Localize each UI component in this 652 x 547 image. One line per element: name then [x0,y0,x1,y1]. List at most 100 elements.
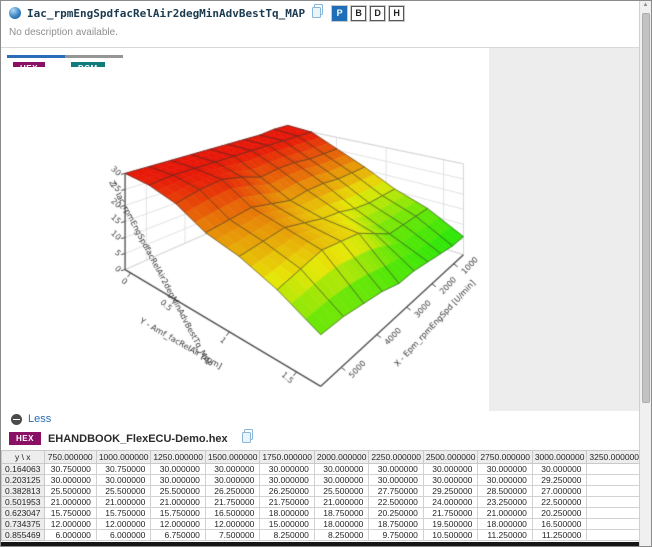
table-cell[interactable]: 25.500000 [314,486,369,497]
table-row: 0.20312530.00000030.00000030.00000030.00… [2,475,642,486]
table-cell[interactable]: 22.500000 [369,497,424,508]
table-cell[interactable] [587,519,642,530]
table-cell[interactable]: 30.750000 [96,464,151,475]
table-cell[interactable]: 18.000000 [314,519,369,530]
view-button-h[interactable]: H [389,6,404,21]
scrollbar-thumb[interactable] [642,13,650,403]
table-cell[interactable]: 27.000000 [532,486,587,497]
table-cell[interactable]: 9.750000 [369,530,424,541]
table-cell[interactable]: 22.500000 [532,497,587,508]
table-cell[interactable]: 21.000000 [44,497,96,508]
table-cell[interactable] [587,497,642,508]
table-cell[interactable]: 7.500000 [205,530,260,541]
background-fill [489,48,641,411]
table-cell[interactable]: 23.250000 [478,497,533,508]
table-row-header: 0.855469 [2,530,45,541]
table-cell[interactable] [587,486,642,497]
copy-icon[interactable] [241,429,254,448]
table-cell[interactable]: 16.500000 [205,508,260,519]
table-cell[interactable]: 25.500000 [151,486,206,497]
table-cell[interactable]: 30.000000 [423,464,478,475]
copy-icon[interactable] [311,4,324,23]
table-cell[interactable]: 30.000000 [478,475,533,486]
table-cell[interactable]: 20.250000 [532,508,587,519]
table-cell[interactable]: 6.000000 [44,530,96,541]
vertical-scrollbar[interactable]: ▲ [639,1,651,547]
table-cell[interactable]: 15.750000 [44,508,96,519]
table-cell[interactable]: 24.000000 [423,497,478,508]
table-cell[interactable]: 21.000000 [478,508,533,519]
table-cell[interactable]: 12.000000 [205,519,260,530]
view-button-p[interactable]: P [332,6,347,21]
table-cell[interactable]: 26.250000 [260,486,315,497]
table-cell[interactable]: 30.000000 [260,464,315,475]
table-cell[interactable]: 30.000000 [369,475,424,486]
table-cell[interactable]: 10.500000 [423,530,478,541]
table-cell[interactable]: 25.500000 [96,486,151,497]
table-row-header: 0.164063 [2,464,45,475]
table-cell[interactable]: 21.750000 [423,508,478,519]
less-link[interactable]: Less [11,413,51,425]
map-symbol-icon [9,7,21,19]
table-row: 0.38281325.50000025.50000025.50000026.25… [2,486,642,497]
table-cell[interactable]: 18.000000 [478,519,533,530]
table-cell[interactable]: 30.000000 [44,475,96,486]
table-cell[interactable]: 29.250000 [532,475,587,486]
table-cell[interactable] [587,475,642,486]
table-cell[interactable]: 21.000000 [314,497,369,508]
table-cell[interactable]: 30.000000 [423,475,478,486]
table-cell[interactable]: 18.000000 [260,508,315,519]
table-cell[interactable]: 15.750000 [151,508,206,519]
surface-plot[interactable] [1,67,489,411]
table-cell[interactable]: 20.250000 [369,508,424,519]
table-cell[interactable]: 15.750000 [96,508,151,519]
table-cell[interactable]: 30.000000 [96,475,151,486]
view-button-d[interactable]: D [370,6,385,21]
table-cell[interactable]: 6.000000 [96,530,151,541]
table-row-header: 0.501953 [2,497,45,508]
table-cell[interactable] [587,464,642,475]
table-cell[interactable] [587,508,642,519]
table-cell[interactable]: 30.000000 [205,464,260,475]
table-cell[interactable]: 11.250000 [532,530,587,541]
table-cell[interactable]: 21.000000 [151,497,206,508]
view-button-b[interactable]: B [351,6,366,21]
table-cell[interactable]: 30.000000 [205,475,260,486]
table-row: 0.50195321.00000021.00000021.00000021.75… [2,497,642,508]
table-cell[interactable]: 25.500000 [44,486,96,497]
table-cell[interactable]: 12.000000 [96,519,151,530]
table-cell[interactable]: 8.250000 [314,530,369,541]
table-col-header: 2250.000000 [369,451,424,464]
table-cell[interactable]: 19.500000 [423,519,478,530]
table-cell[interactable]: 12.000000 [44,519,96,530]
table-cell[interactable] [587,530,642,541]
table-cell[interactable]: 11.250000 [478,530,533,541]
table-cell[interactable]: 21.000000 [96,497,151,508]
table-cell[interactable]: 21.750000 [260,497,315,508]
table-cell[interactable]: 30.000000 [151,475,206,486]
table-cell[interactable]: 15.000000 [260,519,315,530]
table-cell[interactable]: 8.250000 [260,530,315,541]
table-cell[interactable]: 18.750000 [314,508,369,519]
table-cell[interactable]: 30.000000 [314,464,369,475]
table-cell[interactable]: 29.250000 [423,486,478,497]
table-cell[interactable]: 21.750000 [205,497,260,508]
table-cell[interactable]: 30.000000 [314,475,369,486]
table-cell[interactable]: 26.250000 [205,486,260,497]
table-cell[interactable]: 12.000000 [151,519,206,530]
table-cell[interactable]: 16.500000 [532,519,587,530]
table-cell[interactable]: 30.000000 [151,464,206,475]
table-cell[interactable]: 28.500000 [478,486,533,497]
table-cell[interactable]: 30.000000 [532,464,587,475]
table-cell[interactable]: 30.000000 [369,464,424,475]
table-cell[interactable]: 18.750000 [369,519,424,530]
table-cell[interactable]: 27.750000 [369,486,424,497]
table-cell[interactable]: 6.750000 [151,530,206,541]
scroll-up-icon[interactable]: ▲ [640,2,651,8]
table-cell[interactable]: 30.000000 [260,475,315,486]
table-cell[interactable]: 30.750000 [44,464,96,475]
view-buttons: P B D H [332,6,404,21]
file-row: HEX EHANDBOOK_FlexECU-Demo.hex [9,429,254,448]
horizontal-scrollbar[interactable] [1,542,642,547]
table-cell[interactable]: 30.000000 [478,464,533,475]
